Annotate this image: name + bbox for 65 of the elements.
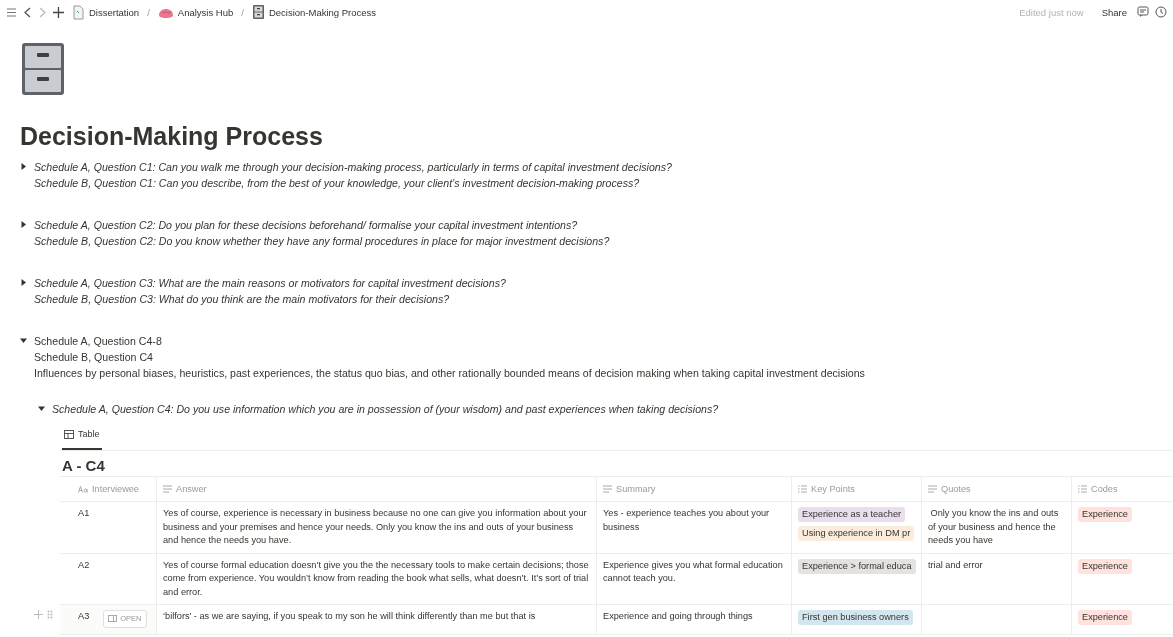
expand-triangle-icon	[20, 221, 27, 228]
toggle-button[interactable]	[20, 279, 28, 287]
breadcrumb-separator: /	[241, 6, 244, 18]
table-cell: Experience and going through things	[603, 611, 753, 621]
drag-handle-icon[interactable]	[47, 610, 53, 619]
table-cell-text: Yes of course, experience is necessary in business because no one can give you information about your business and your premises and hence your needs. Only you know the ins and outs of your business and hence the needs you have.	[163, 508, 588, 545]
list-icon	[1078, 485, 1087, 493]
collapse-triangle-icon	[38, 405, 45, 412]
tag: Experience as a teacher	[798, 507, 906, 522]
table-cell-text: Only you know the ins and outs of your business and hence the needs you have	[928, 508, 1060, 545]
table-cell[interactable]: A1	[78, 507, 90, 521]
share-button[interactable]: Share	[1097, 6, 1131, 18]
breadcrumb-separator: /	[147, 6, 150, 18]
back-icon[interactable]	[23, 6, 32, 18]
toggle-text: Schedule B, Question C3: What do you think are the main motivators for their decisions?	[34, 292, 451, 307]
toggle-text: Schedule A, Question C1: Can you walk me through your decision-making process, particularly in terms of capital investment decisions?	[34, 160, 672, 175]
toggle-text: Schedule A, Question C4-8	[34, 334, 163, 349]
toggle-text: Schedule A, Question C4: Do you use information which you are in possession of (your wisdom) and past experiences when taking decisions?	[52, 402, 719, 417]
plus-icon[interactable]	[53, 6, 64, 18]
edited-status: Edited just now	[1019, 6, 1084, 18]
page-title: Decision-Making Process	[20, 122, 324, 151]
expand-triangle-icon	[20, 279, 27, 286]
table-cell-text: Yes of course formal education doesn’t give you the the necessary tools to make certain decisions; those come from experience. You wouldn’t know from reading the book what sells, what doesn’t. It’s sort of trial and error.	[163, 559, 590, 597]
toggle-text: Schedule B, Question C4	[34, 350, 154, 365]
tag: Using experience in DM pr	[798, 526, 915, 541]
tag: First gen business owners	[798, 610, 913, 625]
filing-cabinet-icon	[251, 4, 265, 20]
table-cell[interactable]: A2	[78, 558, 90, 572]
toggle-button[interactable]	[20, 163, 28, 171]
toggle-text: Schedule A, Question C3: What are the main reasons or motivators for capital investment decisions?	[34, 276, 506, 291]
table-cell-text: Experience gives you what formal education cannot teach you.	[603, 559, 784, 583]
table-cell-text: Yes - experience teaches you about your business	[603, 508, 771, 532]
tag: Experience	[1078, 610, 1132, 625]
toggle-text: Influences by personal biases, heuristics, past experiences, the status quo bias, and other rationally bounded means of decision making when taking capital investment decisions	[34, 366, 865, 381]
toggle-button[interactable]	[38, 405, 46, 413]
clock-icon[interactable]	[1155, 6, 1167, 18]
text-type-icon	[78, 485, 88, 493]
toggle-button[interactable]	[20, 337, 28, 345]
text-lines-icon	[163, 485, 172, 493]
tag: Experience	[1078, 558, 1132, 574]
breadcrumb-link[interactable]: Decision-Making Process	[249, 4, 379, 20]
filing-cabinet-icon	[20, 42, 66, 96]
toggle-text: Schedule B, Question C1: Can you describe, from the best of your knowledge, your client’s investment decision-making process?	[34, 176, 641, 191]
breadcrumb-link[interactable]: Analysis Hub	[155, 5, 236, 19]
text-lines-icon	[603, 485, 612, 493]
table-title: A - C4	[62, 458, 106, 474]
list-icon	[798, 485, 807, 493]
table-cell[interactable]: A3	[78, 610, 90, 624]
tag: Experience > formal educa	[798, 558, 916, 574]
collapse-triangle-icon	[20, 337, 27, 344]
menu-icon[interactable]	[6, 6, 17, 18]
toggle-text: Schedule A, Question C2: Do you plan for these decisions beforehand/ formalise your capital investment intentions?	[34, 218, 579, 233]
table-icon	[64, 429, 74, 439]
tag: Experience	[1078, 507, 1132, 522]
comment-icon[interactable]	[1137, 6, 1149, 18]
expand-triangle-icon	[20, 163, 27, 170]
breadcrumb-link[interactable]: Dissertation	[70, 4, 142, 20]
table-cell: ‘bilfors’ - as we are saying, if you speak to my son he will think differently than me but that is	[163, 611, 536, 621]
text-lines-icon	[928, 485, 937, 493]
panel-icon	[108, 615, 118, 623]
toggle-text: Schedule B, Question C2: Do you know whether they have any formal procedures in place for major investment decisions?	[34, 234, 610, 249]
view-tab[interactable]: Table	[62, 423, 102, 450]
page-icon	[72, 4, 85, 20]
toggle-button[interactable]	[20, 221, 28, 229]
table-cell: trial and error	[928, 559, 983, 570]
